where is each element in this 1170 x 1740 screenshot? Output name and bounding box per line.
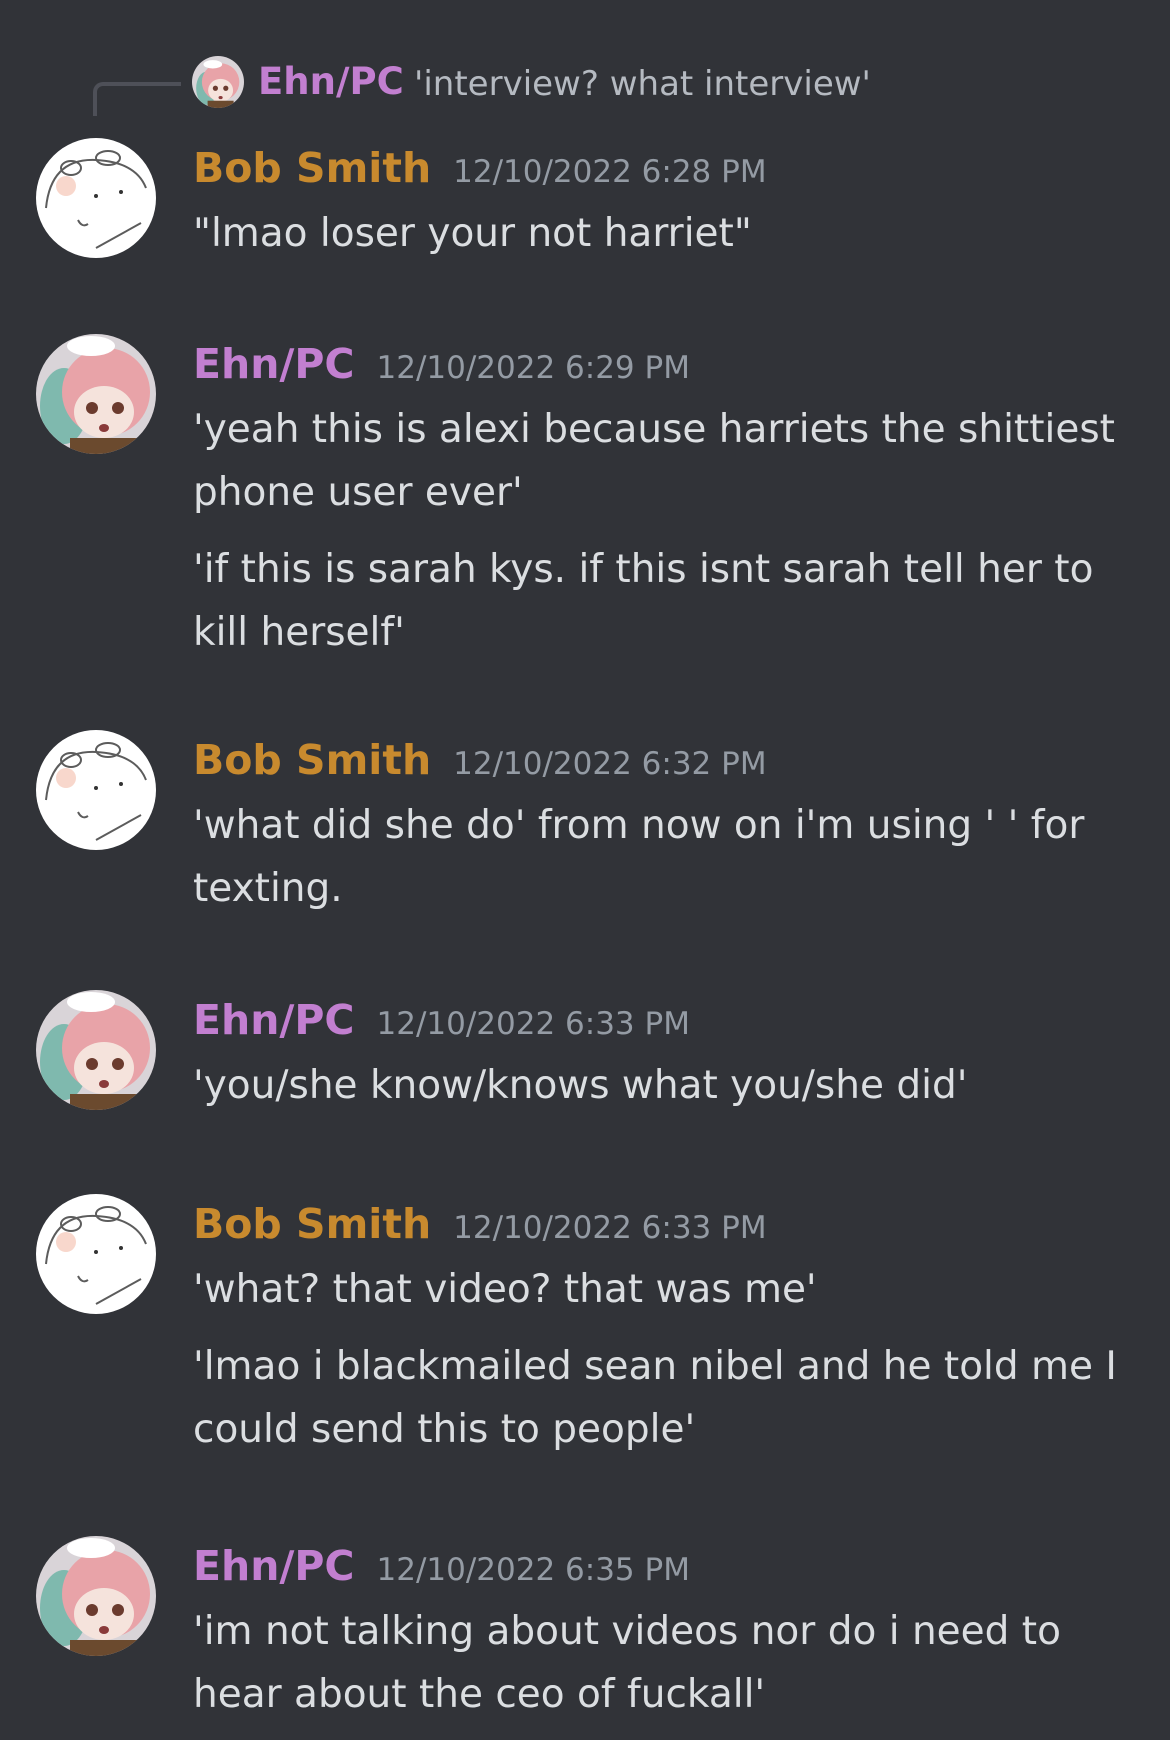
avatar[interactable] (36, 730, 156, 850)
username[interactable]: Bob Smith (193, 736, 431, 784)
username[interactable]: Ehn/PC (193, 1542, 355, 1590)
message-text: 'what did she do' from now on i'm using … (193, 803, 1085, 911)
message-text: 'if this is sarah kys. if this isnt sara… (193, 547, 1094, 655)
timestamp: 12/10/2022 6:33 PM (453, 1210, 767, 1246)
timestamp: 12/10/2022 6:32 PM (453, 746, 767, 782)
message-text: 'what? that video? that was me' (193, 1267, 817, 1312)
message-text: 'im not talking about videos nor do i ne… (193, 1609, 1061, 1717)
avatar[interactable] (36, 334, 156, 454)
avatar[interactable] (36, 1194, 156, 1314)
timestamp: 12/10/2022 6:28 PM (453, 154, 767, 190)
username[interactable]: Bob Smith (193, 144, 431, 192)
reply-preview[interactable]: Ehn/PC 'interview? what interview' (0, 56, 1170, 116)
avatar[interactable] (36, 138, 156, 258)
reply-author[interactable]: Ehn/PC (258, 60, 404, 104)
avatar[interactable] (36, 1536, 156, 1656)
reply-avatar (192, 56, 244, 108)
timestamp: 12/10/2022 6:33 PM (376, 1006, 690, 1042)
avatar[interactable] (36, 990, 156, 1110)
message-text: 'you/she know/knows what you/she did' (193, 1063, 968, 1108)
message-text: 'lmao i blackmailed sean nibel and he to… (193, 1344, 1117, 1452)
reply-text[interactable]: 'interview? what interview' (414, 62, 871, 106)
reply-connector (93, 82, 181, 116)
message-text: "lmao loser your not harriet" (193, 211, 752, 256)
timestamp: 12/10/2022 6:29 PM (376, 350, 690, 386)
timestamp: 12/10/2022 6:35 PM (376, 1552, 690, 1588)
username[interactable]: Ehn/PC (193, 996, 355, 1044)
username[interactable]: Ehn/PC (193, 340, 355, 388)
username[interactable]: Bob Smith (193, 1200, 431, 1248)
message-text: 'yeah this is alexi because harriets the… (193, 407, 1115, 515)
